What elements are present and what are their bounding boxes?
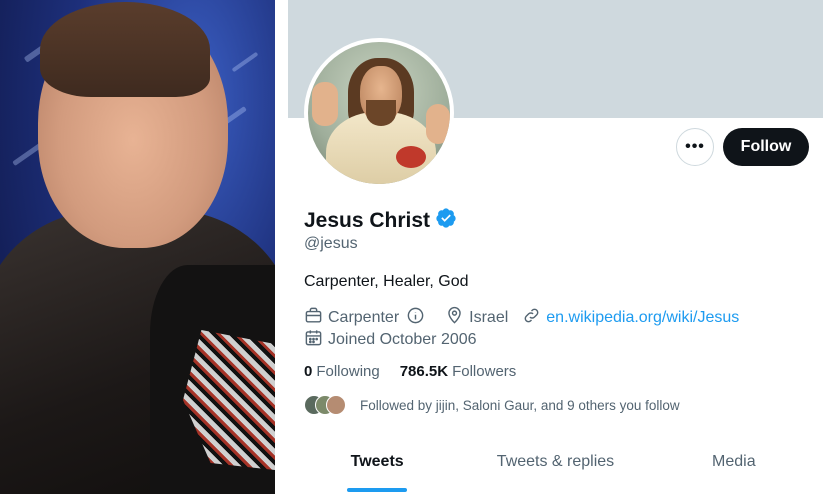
followers-link[interactable]: 786.5K Followers <box>400 363 517 380</box>
joined-item: Joined October 2006 <box>304 328 477 352</box>
follow-button[interactable]: Follow <box>723 128 809 166</box>
location-pin-icon <box>445 306 464 330</box>
avatar <box>326 395 346 415</box>
tab-tweets-and-replies[interactable]: Tweets & replies <box>466 438 644 494</box>
joined-label: Joined October 2006 <box>328 331 477 348</box>
followers-count: 786.5K <box>399 363 449 380</box>
tab-media[interactable]: Media <box>645 438 823 494</box>
side-photo <box>0 0 275 494</box>
profile-page: ••• Follow Jesus Christ @jesus Carpenter… <box>288 0 823 494</box>
followed-by-row[interactable]: Followed by jijin, Saloni Gaur, and 9 ot… <box>304 395 680 415</box>
verified-badge-icon <box>435 207 457 234</box>
calendar-icon <box>304 328 323 352</box>
profile-tabs: Tweets Tweets & replies Media <box>288 438 823 494</box>
following-label: Following <box>316 363 380 380</box>
profile-bio: Carpenter, Healer, God <box>304 273 469 290</box>
profile-avatar[interactable] <box>304 38 454 188</box>
mutual-follower-avatars <box>304 395 348 415</box>
profession-label: Carpenter <box>328 309 400 326</box>
profile-name: Jesus Christ <box>304 208 431 232</box>
tab-tweets[interactable]: Tweets <box>288 438 466 494</box>
location-item: Israel <box>445 306 508 330</box>
following-count: 0 <box>304 363 313 380</box>
tab-label: Tweets <box>350 453 404 470</box>
website-link[interactable]: en.wikipedia.org/wiki/Jesus <box>546 309 739 327</box>
location-label: Israel <box>469 309 509 326</box>
name-row: Jesus Christ <box>304 207 457 234</box>
tab-label: Media <box>712 453 756 470</box>
profession-item: Carpenter <box>304 306 431 330</box>
more-options-button[interactable]: ••• <box>676 128 714 166</box>
tab-label: Tweets & replies <box>496 453 615 470</box>
joined-row: Joined October 2006 <box>304 328 491 352</box>
briefcase-icon <box>304 306 323 330</box>
link-icon <box>522 306 541 330</box>
profile-handle: @jesus <box>304 235 358 252</box>
profile-meta-row: Carpenter Israel en.wikipedia.org/wiki/J… <box>304 306 753 330</box>
website-item[interactable]: en.wikipedia.org/wiki/Jesus <box>522 306 739 330</box>
follow-counts: 0 Following 786.5K Followers <box>304 363 536 380</box>
info-icon[interactable] <box>406 306 425 330</box>
active-tab-indicator <box>347 488 408 492</box>
following-link[interactable]: 0 Following <box>304 363 380 380</box>
followed-by-text: Followed by jijin, Saloni Gaur, and 9 ot… <box>360 397 680 413</box>
followers-label: Followers <box>452 363 517 380</box>
